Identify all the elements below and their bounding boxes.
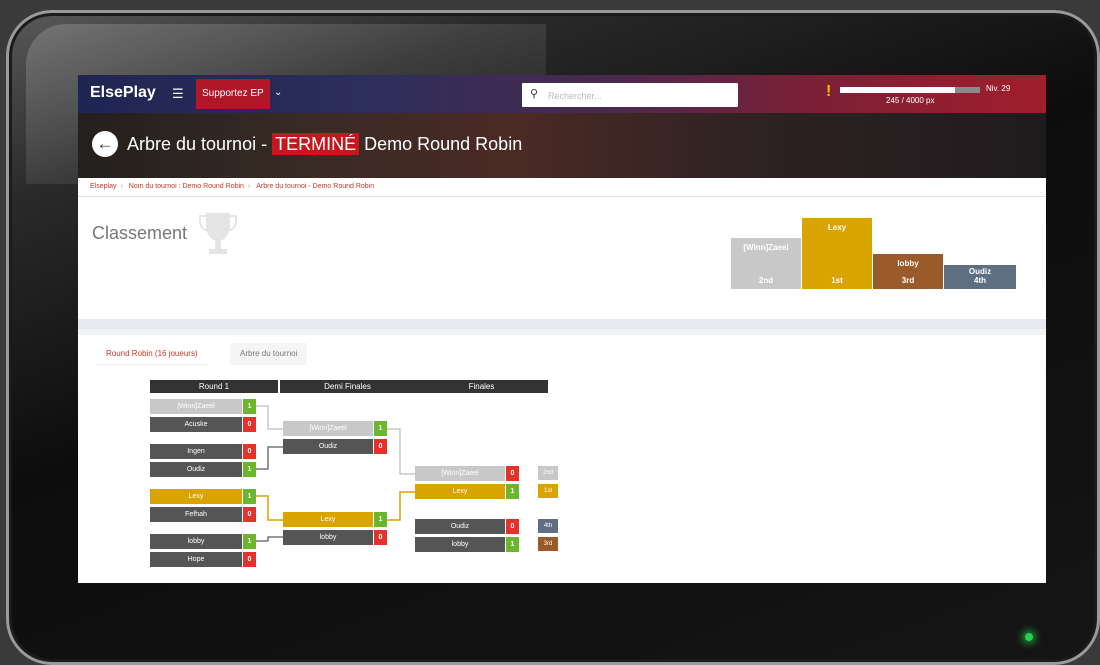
podium-place-label: 4th: [974, 276, 986, 285]
bracket-score: 1: [243, 462, 256, 477]
podium: Lexy 1st [Winn]Zaeel 2nd lobby 3rd Oudiz 4th: [78, 197, 1046, 319]
podium-step-4th: Oudiz 4th: [944, 265, 1016, 289]
xp-progress-fill: [840, 87, 955, 93]
page-hero: ← Arbre du tournoi - TERMINÉ Demo Round …: [78, 113, 1046, 178]
tournament-name: Demo Round Robin: [364, 134, 523, 154]
round-header: Finales: [415, 380, 548, 393]
section-divider: [78, 319, 1046, 329]
bracket-player[interactable]: Fefhah: [150, 507, 242, 522]
breadcrumb-item-home[interactable]: Elseplay: [90, 183, 116, 190]
bracket-connector: [256, 495, 283, 521]
power-led: [1025, 633, 1033, 641]
round-header: Demi Finales: [280, 380, 415, 393]
bracket-player[interactable]: [Winn]Zaeel: [415, 466, 505, 481]
placement-chip: 3rd: [538, 537, 558, 551]
search-box[interactable]: ⚲: [522, 83, 738, 107]
breadcrumb: Elseplay › Nom du tournoi : Demo Round Ro…: [78, 178, 1046, 197]
bracket-player[interactable]: lobby: [415, 537, 505, 552]
bracket-score: 1: [374, 421, 387, 436]
bracket-player[interactable]: Oudiz: [415, 519, 505, 534]
bracket-score: 0: [506, 519, 519, 534]
podium-step-3rd: lobby 3rd: [873, 254, 943, 289]
placement-chip: 4th: [538, 519, 558, 533]
bracket-score: 1: [374, 512, 387, 527]
brand-logo[interactable]: ElsePlay: [90, 84, 156, 102]
hamburger-icon[interactable]: ☰: [172, 86, 184, 102]
bracket-score: 1: [506, 537, 519, 552]
podium-place-label: 1st: [831, 276, 843, 285]
bracket-player[interactable]: lobby: [150, 534, 242, 549]
podium-player-name[interactable]: Oudiz: [944, 267, 1016, 276]
bracket-connector: [387, 428, 415, 475]
level-label: Niv. 29: [986, 84, 1011, 93]
chevron-down-icon[interactable]: ⌄: [274, 87, 282, 98]
exclamation-icon[interactable]: !: [826, 83, 831, 101]
bracket-score: 1: [506, 484, 519, 499]
bracket-player[interactable]: Lexy: [283, 512, 373, 527]
support-button[interactable]: Supportez EP: [196, 79, 270, 109]
bracket-score: 0: [243, 507, 256, 522]
breadcrumb-item-bracket[interactable]: Arbre du tournoi - Demo Round Robin: [256, 183, 374, 190]
page-title-text: Arbre du tournoi -: [127, 134, 268, 154]
breadcrumb-item-tournament[interactable]: Nom du tournoi : Demo Round Robin: [129, 183, 244, 190]
bracket-player[interactable]: Ingen: [150, 444, 242, 459]
page-title: Arbre du tournoi - TERMINÉ Demo Round Ro…: [127, 133, 523, 155]
bracket-score: 1: [243, 399, 256, 414]
search-icon: ⚲: [530, 88, 539, 100]
ranking-panel: Classement Lexy 1st [Winn]Zaeel 2nd lobby 3rd…: [78, 197, 1046, 319]
xp-progress-bar: [840, 87, 980, 93]
navbar: ElsePlay ☰ Supportez EP ⌄ ⚲ ! Niv. 29 24…: [78, 75, 1046, 113]
podium-place-label: 3rd: [901, 276, 915, 285]
bracket-player[interactable]: Hope: [150, 552, 242, 567]
bracket-score: 0: [506, 466, 519, 481]
screen: ElsePlay ☰ Supportez EP ⌄ ⚲ ! Niv. 29 24…: [78, 75, 1046, 583]
bracket-player[interactable]: Oudiz: [283, 439, 373, 454]
bracket-score: 0: [374, 530, 387, 545]
bracket-player[interactable]: Oudiz: [150, 462, 242, 477]
bracket-score: 1: [243, 534, 256, 549]
bracket-panel: Round Robin (16 joueurs) Arbre du tourno…: [78, 335, 1046, 583]
bracket-player[interactable]: Lexy: [415, 484, 505, 499]
round-header: Round 1: [150, 380, 278, 393]
status-badge: TERMINÉ: [272, 133, 360, 155]
bracket-connector: [256, 536, 283, 542]
podium-player-name[interactable]: [Winn]Zaeel: [731, 243, 801, 252]
podium-player-name[interactable]: Lexy: [802, 223, 872, 232]
bracket-connector: [256, 446, 283, 470]
bracket-score: 0: [374, 439, 387, 454]
bracket-connector: [387, 491, 415, 521]
podium-step-1st: Lexy 1st: [802, 218, 872, 289]
search-input[interactable]: [546, 86, 730, 106]
bracket-player[interactable]: [Winn]Zaeel: [150, 399, 242, 414]
placement-chip: 1st: [538, 484, 558, 498]
bracket-player[interactable]: lobby: [283, 530, 373, 545]
back-arrow-icon[interactable]: ←: [92, 131, 118, 157]
bracket-player[interactable]: [Winn]Zaeel: [283, 421, 373, 436]
podium-place-label: 2nd: [758, 276, 774, 285]
bracket-connector: [256, 405, 283, 430]
bracket-player[interactable]: Lexy: [150, 489, 242, 504]
bracket-score: 0: [243, 552, 256, 567]
podium-player-name[interactable]: lobby: [873, 259, 943, 268]
bracket-score: 1: [243, 489, 256, 504]
bracket-score: 0: [243, 444, 256, 459]
bracket-score: 0: [243, 417, 256, 432]
podium-step-2nd: [Winn]Zaeel 2nd: [731, 238, 801, 289]
xp-text: 245 / 4000 px: [886, 96, 935, 105]
placement-chip: 2nd: [538, 466, 558, 480]
bracket-player[interactable]: Acuske: [150, 417, 242, 432]
